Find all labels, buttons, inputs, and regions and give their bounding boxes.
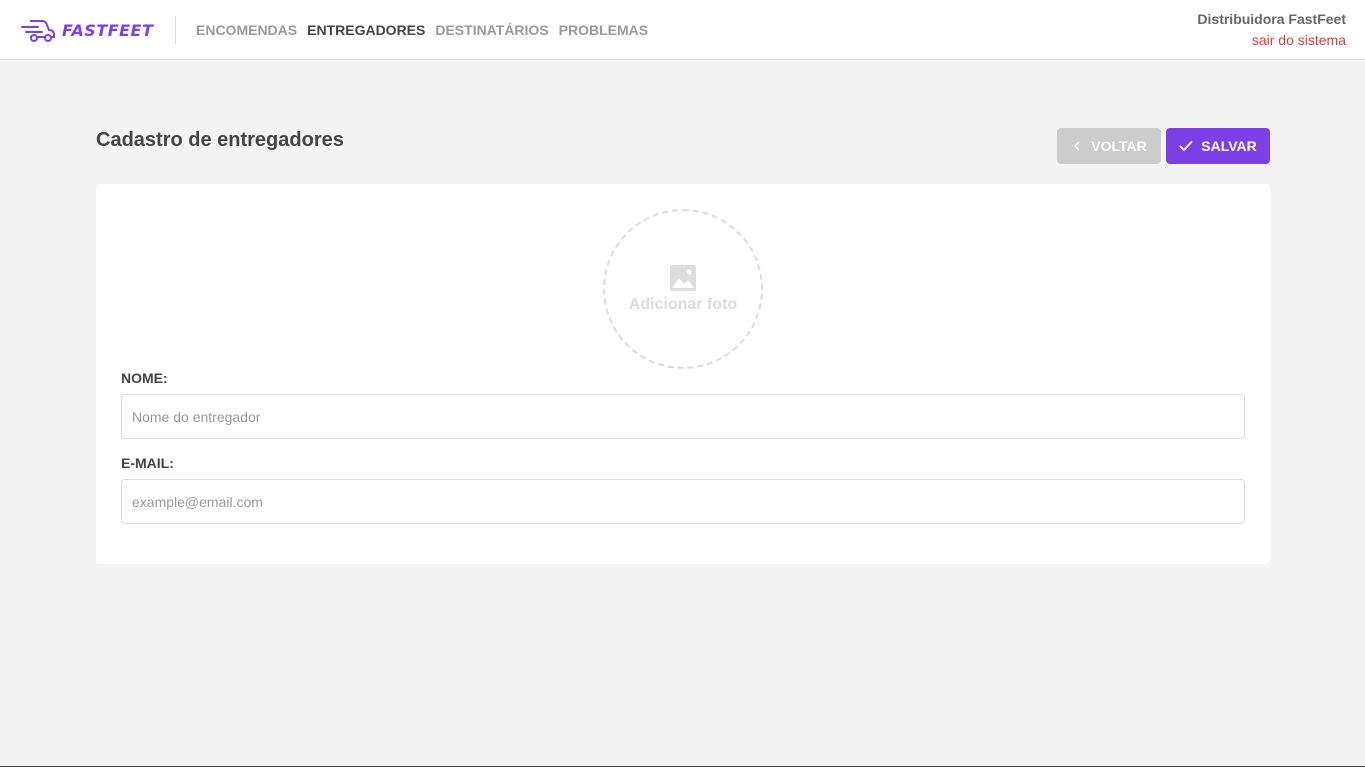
truck-logo-icon bbox=[21, 20, 55, 42]
save-button-label: SALVAR bbox=[1201, 138, 1257, 154]
name-input[interactable] bbox=[121, 394, 1245, 439]
nav-item-destinatarios[interactable]: DESTINATÁRIOS bbox=[435, 22, 548, 38]
check-icon bbox=[1179, 141, 1193, 151]
back-button[interactable]: VOLTAR bbox=[1057, 128, 1161, 164]
user-profile: Distribuidora FastFeet sair do sistema bbox=[1197, 11, 1346, 48]
back-button-label: VOLTAR bbox=[1091, 138, 1147, 154]
logout-link[interactable]: sair do sistema bbox=[1197, 32, 1346, 48]
form-card: Adicionar foto NOME: E-MAIL: bbox=[96, 184, 1270, 564]
image-icon bbox=[670, 265, 696, 291]
add-photo-label: Adicionar foto bbox=[628, 296, 738, 313]
nav-item-encomendas[interactable]: ENCOMENDAS bbox=[196, 22, 297, 38]
chevron-left-icon bbox=[1074, 141, 1080, 151]
name-label: NOME: bbox=[121, 370, 168, 386]
add-photo-area[interactable]: Adicionar foto bbox=[603, 209, 763, 369]
save-button[interactable]: SALVAR bbox=[1166, 128, 1270, 164]
logo-text: FASTFEET bbox=[62, 20, 154, 40]
app-logo[interactable]: FASTFEET bbox=[20, 16, 153, 44]
page-title: Cadastro de entregadores bbox=[96, 129, 344, 151]
nav-item-entregadores[interactable]: ENTREGADORES bbox=[307, 22, 425, 38]
email-input[interactable] bbox=[121, 479, 1245, 524]
email-label: E-MAIL: bbox=[121, 455, 174, 471]
top-header: FASTFEET ENCOMENDAS ENTREGADORES DESTINA… bbox=[0, 0, 1365, 60]
header-divider bbox=[175, 16, 176, 44]
main-nav: ENCOMENDAS ENTREGADORES DESTINATÁRIOS PR… bbox=[196, 22, 648, 38]
profile-name: Distribuidora FastFeet bbox=[1197, 11, 1346, 27]
nav-item-problemas[interactable]: PROBLEMAS bbox=[559, 22, 648, 38]
